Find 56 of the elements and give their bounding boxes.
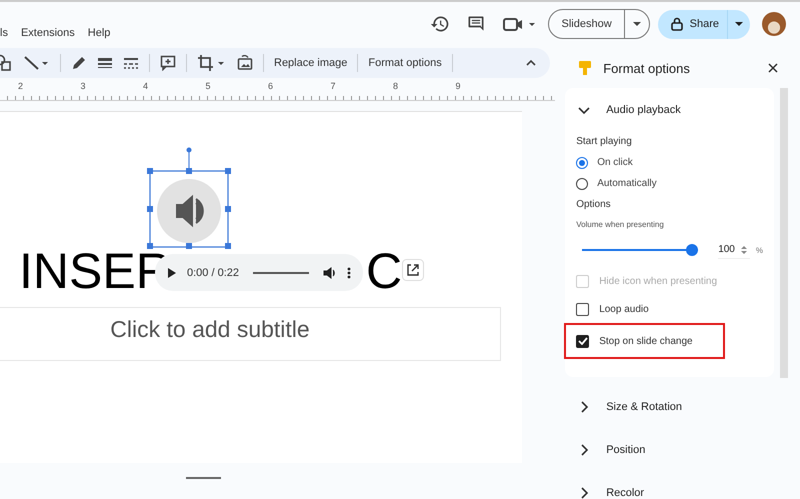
group-label: Start playing xyxy=(576,135,633,149)
volume-label: Volume when presenting xyxy=(576,219,665,231)
volume-input[interactable]: 100 xyxy=(718,241,750,259)
panel-title: Format options xyxy=(603,60,691,76)
avatar[interactable] xyxy=(762,12,786,36)
playback-time: 0:00 / 0:22 xyxy=(187,266,239,278)
ruler-number: 6 xyxy=(268,80,274,93)
paint-roller-icon xyxy=(578,60,592,76)
ruler-number: 2 xyxy=(18,80,24,93)
pencil-icon[interactable] xyxy=(71,55,87,71)
group-label: Options xyxy=(576,198,612,212)
close-icon[interactable] xyxy=(768,63,778,73)
radio-option[interactable]: Automatically xyxy=(576,173,763,194)
section-header[interactable]: Position xyxy=(565,428,774,471)
menu-item[interactable]: Extensions xyxy=(20,27,75,39)
slide-title: C xyxy=(366,243,400,299)
line-weight-icon[interactable] xyxy=(97,55,113,71)
ruler-number: 8 xyxy=(393,80,400,93)
volume-icon[interactable] xyxy=(323,266,337,280)
resize-handle[interactable] xyxy=(186,477,221,479)
ruler-number: 3 xyxy=(80,80,87,93)
caret-icon xyxy=(632,21,642,27)
spinner-icon xyxy=(740,244,747,254)
lock-icon xyxy=(670,17,683,31)
checkbox-option[interactable]: Loop audio xyxy=(576,295,651,323)
line-dash-icon[interactable] xyxy=(123,55,139,71)
check-icon xyxy=(578,337,588,345)
checkbox-option[interactable]: Stop on slide change xyxy=(566,325,723,357)
menu-item[interactable]: Help xyxy=(88,27,110,39)
history-icon[interactable] xyxy=(430,14,450,34)
collapse-icon[interactable] xyxy=(525,59,538,67)
share-button[interactable]: Share xyxy=(658,10,750,38)
add-comment-icon[interactable] xyxy=(160,55,176,71)
toolbar-button[interactable]: Format options xyxy=(368,57,442,69)
ruler-number: 5 xyxy=(206,80,212,93)
more-options-icon[interactable] xyxy=(347,266,351,278)
audio-icon-selection[interactable] xyxy=(147,147,233,249)
play-icon[interactable] xyxy=(167,266,177,278)
toolbar-button[interactable]: Replace image xyxy=(274,57,348,69)
caret-icon xyxy=(734,21,744,27)
open-external-icon[interactable] xyxy=(402,259,424,281)
ruler-number: 4 xyxy=(143,80,150,93)
scrollbar[interactable] xyxy=(780,88,788,378)
reset-image-icon[interactable] xyxy=(237,55,253,71)
subtitle-box[interactable]: Click to add subtitle xyxy=(0,307,501,361)
unit-label: % xyxy=(756,246,763,254)
section-header[interactable]: Size & Rotation xyxy=(565,385,774,428)
line-icon[interactable] xyxy=(22,54,50,72)
crop-icon[interactable] xyxy=(197,54,227,72)
section-header[interactable]: Audio playback xyxy=(565,88,774,131)
ruler-number: 9 xyxy=(456,80,462,93)
menu-item[interactable]: ls xyxy=(0,27,8,39)
section-header[interactable]: Recolor xyxy=(565,471,774,499)
slideshow-button[interactable]: Slideshow xyxy=(548,9,650,39)
radio-option[interactable]: On click xyxy=(576,152,763,173)
ruler-number: 7 xyxy=(330,80,337,93)
